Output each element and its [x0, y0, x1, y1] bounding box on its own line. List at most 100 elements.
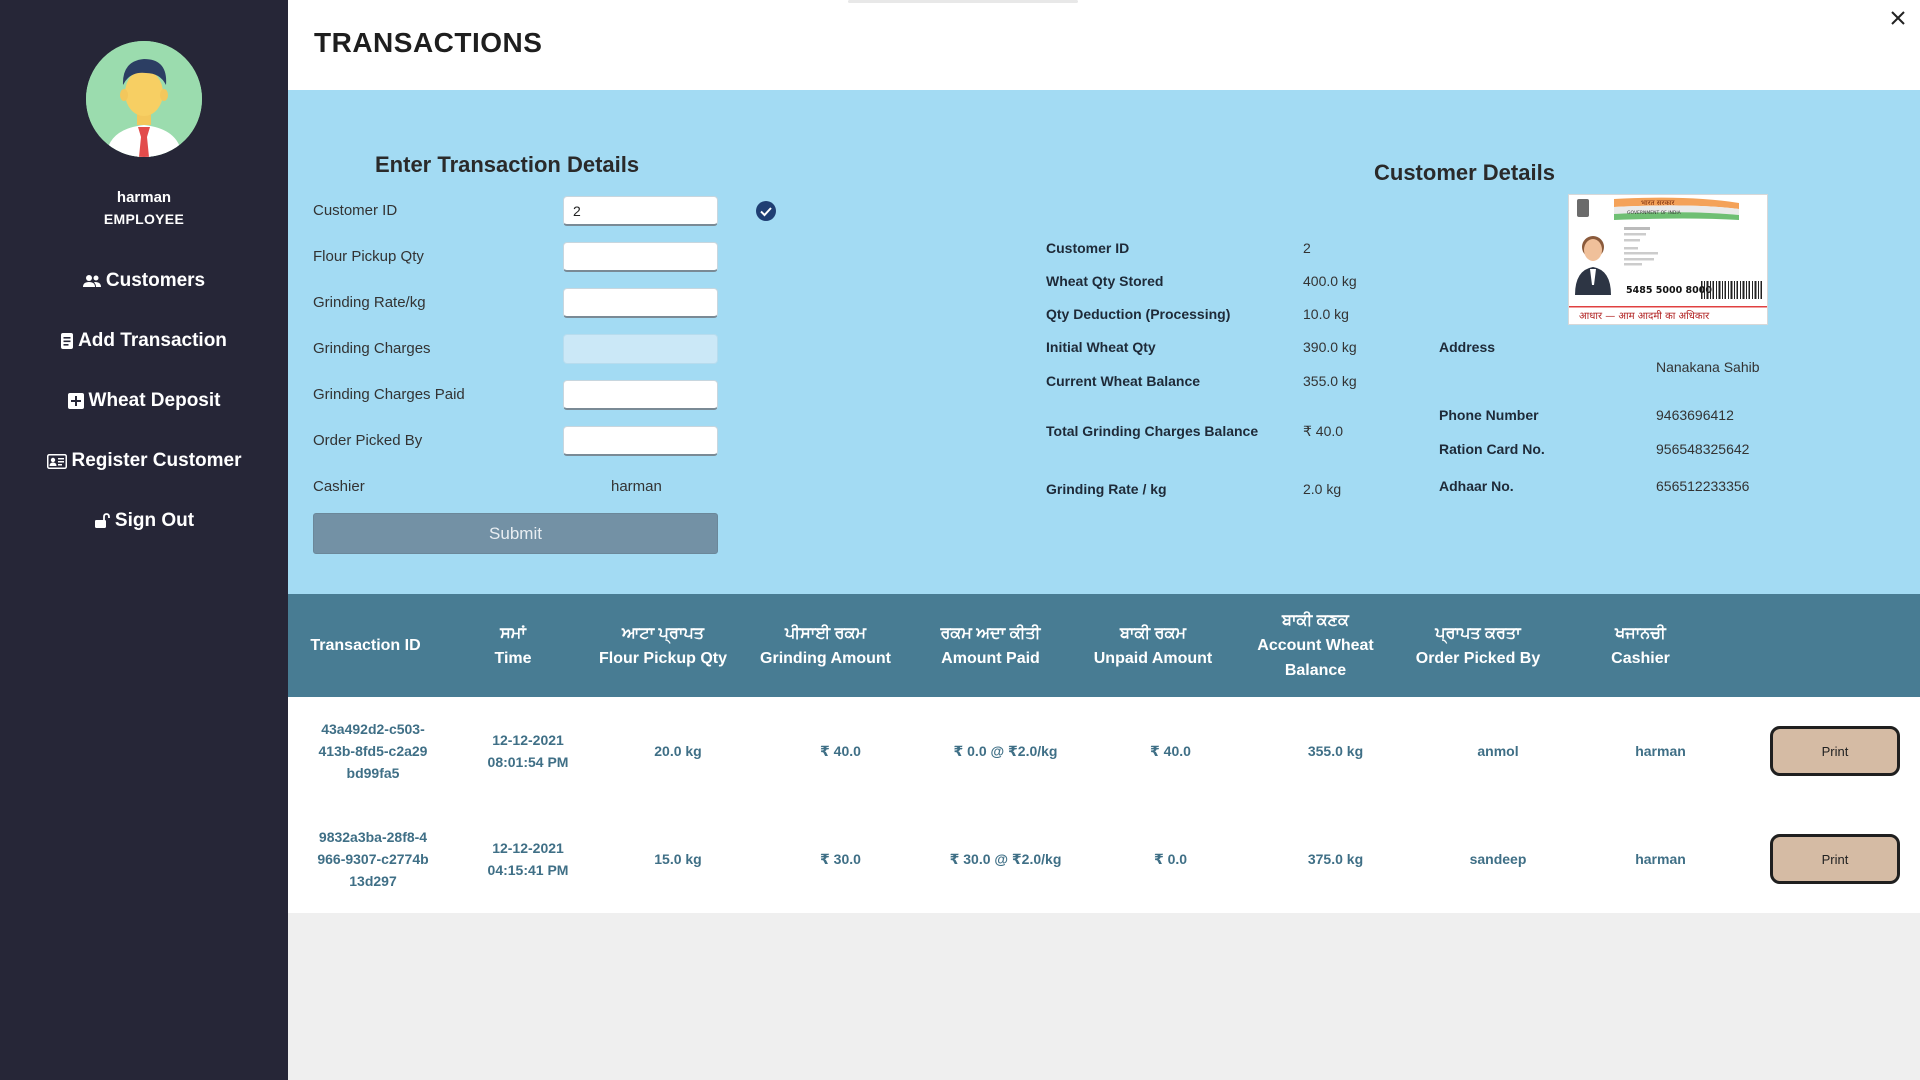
cashier-label: Cashier	[313, 478, 365, 495]
user-avatar	[86, 41, 202, 157]
transaction-panel: Enter Transaction Details Customer ID Fl…	[288, 90, 1920, 594]
main-content: TRANSACTIONS Enter Transaction Details C…	[288, 0, 1920, 1080]
table-row: 9832a3ba-28f8-4 966-9307-c2774b 13d297 12-…	[288, 805, 1920, 913]
customer-id-label: Customer ID	[313, 202, 398, 219]
cd-wheat-qty-value: 400.0 kg	[1303, 273, 1357, 289]
cd-grinding-rate-label: Grinding Rate / kg	[1046, 481, 1167, 497]
form-title: Enter Transaction Details	[375, 152, 640, 177]
cd-grinding-balance-value: ₹ 40.0	[1303, 423, 1344, 439]
cashier-value: harman	[611, 478, 662, 495]
close-icon[interactable]	[1886, 6, 1910, 30]
th-amount-paid: ਰਕਮ ਅਦਾ ਕੀਤੀ Amount Paid	[940, 624, 1041, 667]
cd-initial-wheat-label: Initial Wheat Qty	[1046, 339, 1156, 355]
plus-square-icon	[67, 393, 84, 409]
nav-label: Sign Out	[114, 510, 195, 531]
order-picked-by-input[interactable]	[563, 426, 718, 456]
cd-qty-deduction-label: Qty Deduction (Processing)	[1046, 306, 1231, 322]
grinding-charges-input	[563, 334, 718, 364]
top-divider	[848, 0, 1078, 3]
cd-phone-label: Phone Number	[1439, 407, 1539, 423]
grinding-rate-label: Grinding Rate/kg	[313, 294, 426, 311]
nav-label: Customers	[105, 270, 206, 291]
th-order-picked-by: ਪ੍ਰਾਪਤ ਕਰਤਾ Order Picked By	[1415, 624, 1541, 667]
unlock-icon	[94, 513, 110, 529]
card-header-en: GOVERNMENT OF INDIA	[1627, 210, 1682, 216]
cd-wheat-qty-label: Wheat Qty Stored	[1046, 273, 1164, 289]
print-button[interactable]: Print	[1770, 726, 1900, 776]
check-circle-icon	[755, 200, 777, 222]
cell-flour: 20.0 kg	[654, 743, 702, 759]
card-number: 5485 5000 8000	[1626, 285, 1712, 296]
cd-phone-value: 9463696412	[1656, 407, 1734, 423]
nav-label: Register Customer	[71, 450, 242, 471]
user-name: harman	[116, 189, 172, 206]
th-transaction-id: Transaction ID	[310, 637, 421, 654]
cell-grinding: ₹ 30.0	[820, 851, 861, 867]
cd-adhaar-label: Adhaar No.	[1439, 478, 1514, 494]
cell-time: 12-12-2021 08:01:54 PM	[487, 732, 569, 770]
cd-adhaar-value: 656512233356	[1656, 478, 1750, 494]
cell-transaction-id: 9832a3ba-28f8-4 966-9307-c2774b 13d297	[317, 829, 429, 889]
th-cashier: ਖਜਾਨਚੀ Cashier	[1611, 624, 1670, 667]
cd-grinding-balance-label: Total Grinding Charges Balance	[1046, 423, 1259, 439]
submit-button[interactable]: Submit	[313, 513, 718, 554]
cell-paid: ₹ 30.0 @ ₹2.0/kg	[949, 851, 1062, 867]
th-unpaid-amount: ਬਾਕੀ ਰਕਮ Unpaid Amount	[1093, 624, 1213, 667]
order-picked-by-label: Order Picked By	[313, 432, 423, 449]
nav-add-transaction[interactable]: Add Transaction	[0, 311, 288, 371]
cell-time: 12-12-2021 04:15:41 PM	[487, 840, 569, 878]
id-card-icon	[46, 453, 67, 469]
user-role: EMPLOYEE	[103, 211, 185, 227]
cd-ration-card-value: 956548325642	[1656, 441, 1750, 457]
customer-id-input[interactable]	[563, 196, 718, 226]
aadhaar-card-image: भारत सरकार GOVERNMENT OF INDIA 5485 5000…	[1568, 194, 1768, 325]
sidebar: harman EMPLOYEE Customers Add Transactio…	[0, 0, 288, 1080]
cell-grinding: ₹ 40.0	[820, 743, 861, 759]
nav-label: Add Transaction	[78, 330, 227, 351]
th-time: ਸਮਾਂ Time	[494, 624, 532, 667]
grinding-rate-input[interactable]	[563, 288, 718, 318]
cell-transaction-id: 43a492d2-c503- 413b-8fd5-c2a29 bd99fa5	[318, 721, 428, 781]
transactions-table: Transaction ID ਸਮਾਂ Time ਆਟਾ ਪ੍ਰਾਪਤ Flour …	[288, 594, 1920, 913]
cd-ration-card-label: Ration Card No.	[1439, 441, 1545, 457]
flour-pickup-input[interactable]	[563, 242, 718, 272]
th-wheat-balance: ਬਾਕੀ ਕਣਕ Account Wheat Balance	[1257, 612, 1374, 679]
receipt-icon	[61, 333, 74, 349]
sidebar-nav: Customers Add Transaction Wheat Deposit …	[0, 251, 288, 551]
grinding-charges-paid-input[interactable]	[563, 380, 718, 410]
customer-details-title: Customer Details	[1374, 160, 1555, 185]
card-header-hi: भारत सरकार	[1641, 199, 1675, 207]
table-body: 43a492d2-c503- 413b-8fd5-c2a29 bd99fa5 12-…	[288, 697, 1920, 913]
nav-customers[interactable]: Customers	[0, 251, 288, 311]
nav-register-customer[interactable]: Register Customer	[0, 431, 288, 491]
cell-unpaid: ₹ 40.0	[1150, 743, 1191, 759]
print-button[interactable]: Print	[1770, 834, 1900, 884]
cell-wheat-balance: 355.0 kg	[1307, 743, 1364, 759]
cell-cashier: harman	[1635, 851, 1686, 867]
top-bar: TRANSACTIONS	[288, 0, 1920, 90]
nav-sign-out[interactable]: Sign Out	[0, 491, 288, 551]
card-footer: आधार — आम आदमी का अधिकार	[1579, 310, 1710, 322]
nav-label: Wheat Deposit	[88, 390, 221, 411]
cd-qty-deduction-value: 10.0 kg	[1303, 306, 1349, 322]
cd-current-balance-value: 355.0 kg	[1303, 373, 1357, 389]
cd-customer-id-label: Customer ID	[1046, 240, 1130, 256]
grinding-charges-label: Grinding Charges	[313, 340, 431, 357]
table-row: 43a492d2-c503- 413b-8fd5-c2a29 bd99fa5 12-…	[288, 697, 1920, 805]
cd-grinding-rate-value: 2.0 kg	[1303, 481, 1342, 497]
cell-picked-by: anmol	[1477, 743, 1519, 759]
cell-cashier: harman	[1635, 743, 1686, 759]
cell-picked-by: sandeep	[1469, 851, 1527, 867]
cell-flour: 15.0 kg	[654, 851, 702, 867]
cd-customer-id-value: 2	[1303, 240, 1311, 256]
cd-initial-wheat-value: 390.0 kg	[1303, 339, 1357, 355]
cell-paid: ₹ 0.0 @ ₹2.0/kg	[953, 743, 1058, 759]
cd-address-label: Address	[1439, 339, 1496, 355]
th-grinding-amount: ਪੀਸਾਈ ਰਕਮ Grinding Amount	[760, 624, 891, 667]
cell-unpaid: ₹ 0.0	[1153, 851, 1188, 867]
users-icon	[82, 274, 101, 288]
nav-wheat-deposit[interactable]: Wheat Deposit	[0, 371, 288, 431]
cd-current-balance-label: Current Wheat Balance	[1046, 373, 1201, 389]
table-header: Transaction ID ਸਮਾਂ Time ਆਟਾ ਪ੍ਰਾਪਤ Flour …	[288, 594, 1920, 697]
th-flour-pickup: ਆਟਾ ਪ੍ਰਾਪਤ Flour Pickup Qty	[598, 624, 727, 667]
